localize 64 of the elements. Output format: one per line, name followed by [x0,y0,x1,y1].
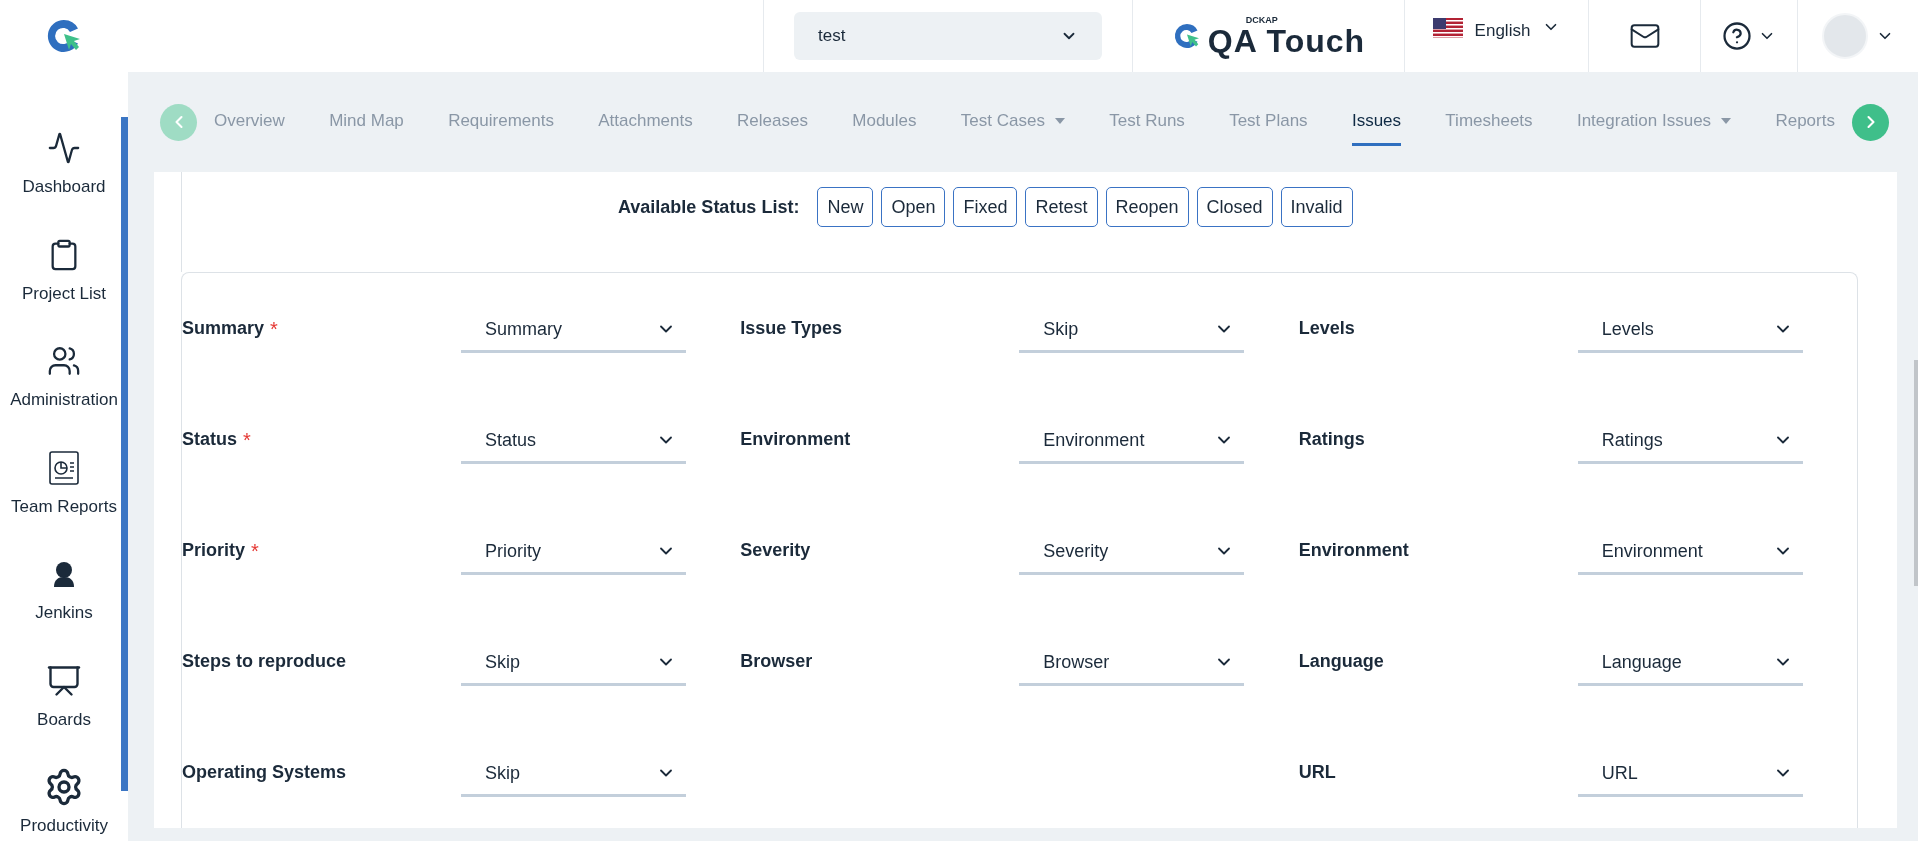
field-label: Browser [740,650,813,673]
sidebar-item[interactable]: Administration [10,389,118,412]
field-label: Ratings [1298,428,1365,451]
field-label: Status [182,428,237,451]
status-tag: Fixed [953,187,1018,227]
sidebar-item[interactable]: Boards [37,708,91,731]
project-select[interactable]: test [794,12,1102,60]
pulse-icon [47,131,81,165]
status-tag: Open [881,187,946,227]
help-icon[interactable] [1722,21,1752,51]
gear-icon [44,767,84,808]
field-label: Summary [182,317,265,340]
required-mark: * [270,316,278,342]
mapping-select[interactable]: Environment [1577,530,1803,575]
status-list-label: Available Status List: [618,195,800,219]
flag-icon [1432,18,1463,38]
field-label: Operating Systems [182,761,347,784]
field-label: Language [1298,650,1384,673]
field-label: Steps to reproduce [182,650,347,673]
brand-maker: DCKAP [1245,15,1279,25]
mapping-select[interactable]: Skip [1019,308,1245,353]
status-tag: Retest [1025,187,1098,227]
caret-icon [1054,117,1065,124]
field-label: Issue Types [740,317,843,340]
sidebar-item[interactable]: Project List [21,282,107,305]
field-label: Levels [1298,317,1355,340]
report-icon [48,449,80,486]
sidebar-item[interactable]: Dashboard [22,176,106,198]
mapping-select[interactable]: Environment [1019,419,1245,464]
field-label: Priority [182,539,246,562]
mapping-select[interactable]: Ratings [1577,419,1803,464]
previous-button[interactable] [160,103,197,141]
sidebar-item[interactable]: Productivity [20,815,108,838]
next-button[interactable] [1852,103,1889,141]
mapping-select[interactable]: Skip [461,641,686,686]
mapping-select[interactable]: Priority [461,530,686,575]
person-icon [52,561,76,588]
sidebar-item[interactable]: Team Reports [11,495,117,518]
scrollbar[interactable] [121,117,128,791]
mapping-select[interactable]: Levels [1577,308,1803,353]
mapping-select[interactable]: Severity [1019,530,1245,575]
status-tag: Reopen [1105,187,1189,227]
mapping-select[interactable]: Language [1577,641,1803,686]
status-tag: Closed [1196,187,1273,227]
tab[interactable]: Issues [1351,98,1402,146]
caret-icon [1721,117,1732,124]
sidebar-item[interactable]: Jenkins [35,602,93,625]
field-label: Environment [1298,539,1409,562]
mapping-select[interactable]: Summary [461,308,686,353]
mapping-select[interactable]: Status [461,419,686,464]
field-label: Environment [740,428,851,451]
field-label: Severity [740,539,811,562]
language-label[interactable]: English [1474,18,1531,44]
mapping-select[interactable]: URL [1577,752,1803,797]
mapping-select[interactable]: Skip [461,752,686,797]
brand-name: QA Touch [1207,24,1366,57]
field-label: URL [1298,761,1336,784]
status-tag: New [817,187,874,227]
avatar[interactable] [1822,13,1868,59]
required-mark: * [251,538,259,564]
status-tag: Invalid [1280,187,1353,227]
scrollbar[interactable] [1914,360,1918,586]
mapping-select[interactable]: Browser [1019,641,1245,686]
required-mark: * [243,427,251,453]
